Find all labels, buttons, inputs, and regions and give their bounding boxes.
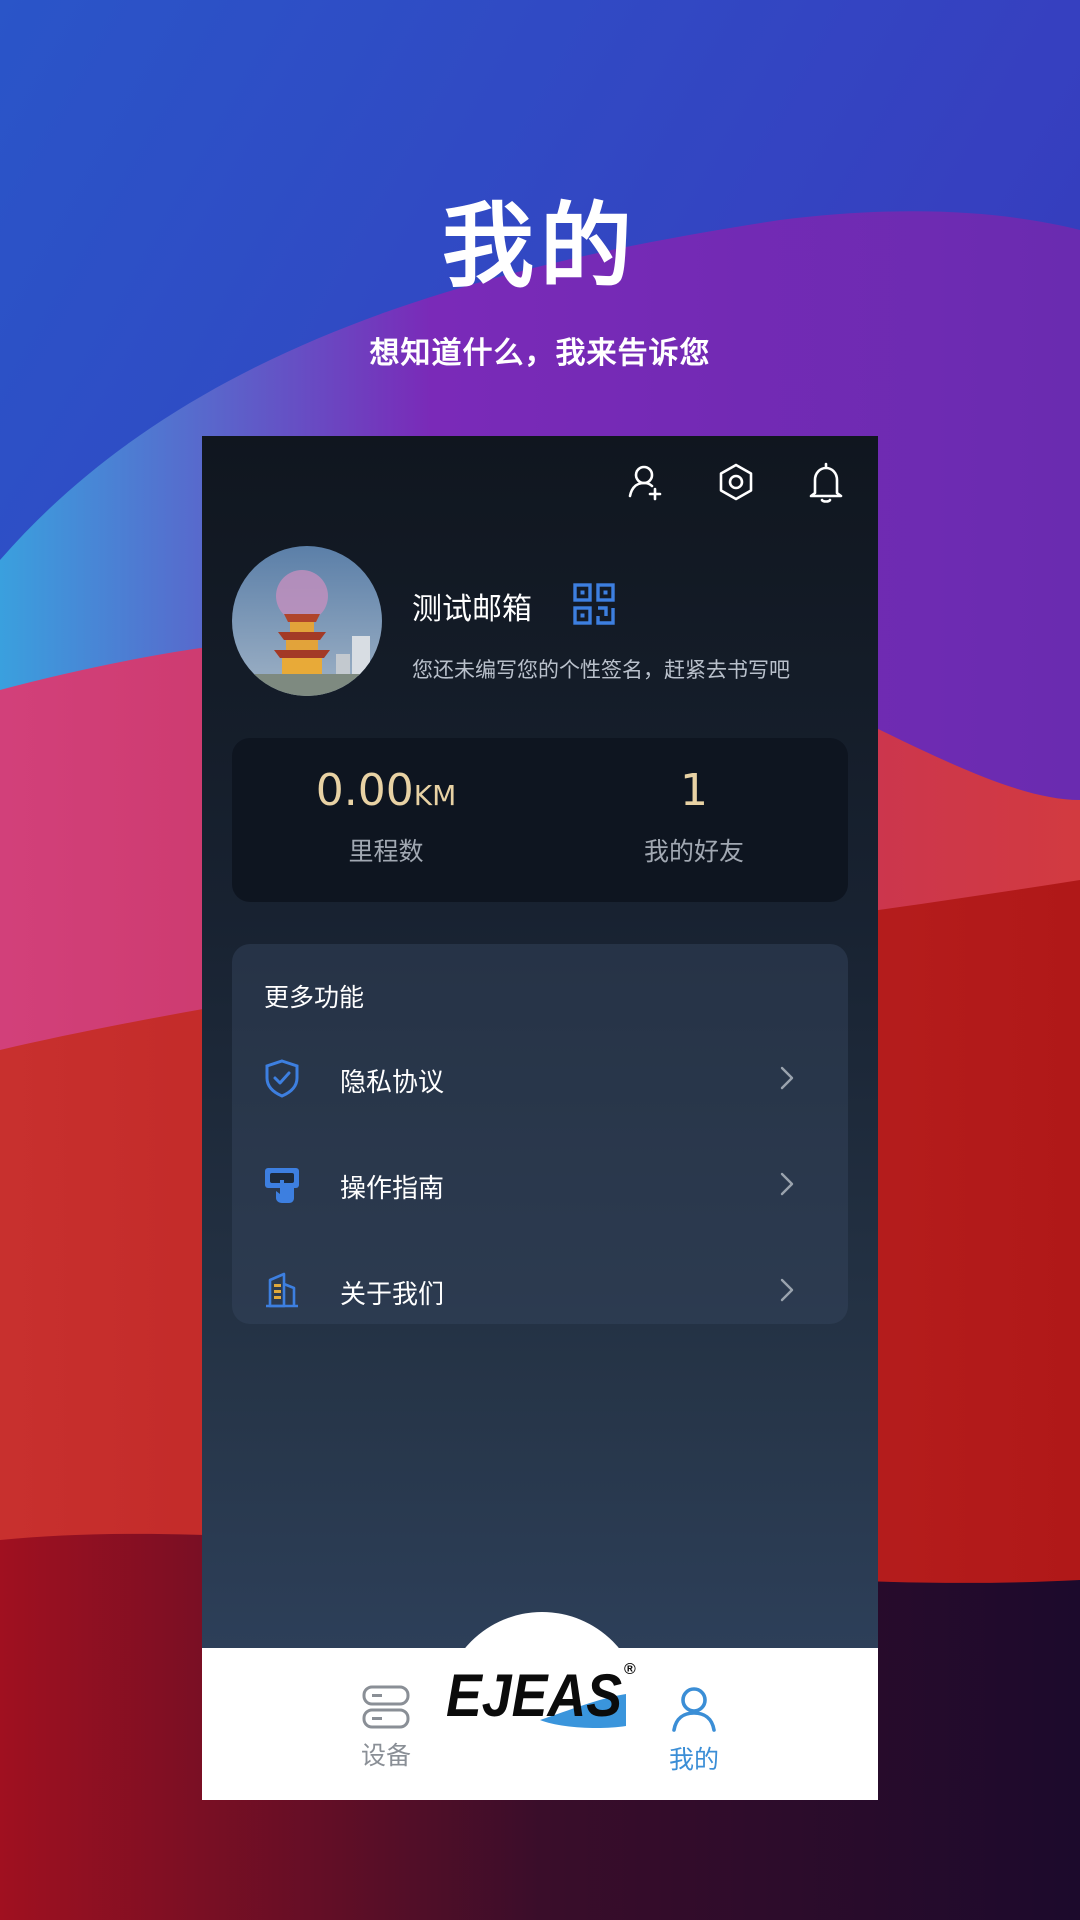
tab-devices-label: 设备 bbox=[360, 1741, 411, 1770]
settings-icon[interactable] bbox=[714, 458, 758, 506]
menu-item-guide[interactable]: 操作指南 bbox=[232, 1144, 848, 1224]
profile-name: 测试邮箱 bbox=[412, 592, 532, 627]
shield-icon bbox=[265, 1059, 299, 1098]
chevron-right-icon bbox=[780, 1172, 794, 1196]
chevron-right-icon bbox=[780, 1278, 794, 1302]
mileage-stat[interactable]: 0.00KM 里程数 bbox=[232, 764, 540, 868]
menu-item-label: 隐私协议 bbox=[340, 1068, 445, 1098]
tab-me[interactable]: 我的 bbox=[634, 1684, 754, 1776]
more-functions-title: 更多功能 bbox=[264, 983, 365, 1012]
mileage-number: 0.00 bbox=[315, 765, 414, 816]
mileage-value: 0.00KM bbox=[232, 764, 540, 818]
tab-me-label: 我的 bbox=[668, 1745, 719, 1774]
friends-stat[interactable]: 1 我的好友 bbox=[540, 764, 848, 868]
building-icon bbox=[266, 1272, 298, 1308]
guide-icon bbox=[265, 1168, 299, 1203]
chevron-right-icon bbox=[780, 1066, 794, 1090]
user-icon bbox=[672, 1687, 716, 1732]
mileage-unit: KM bbox=[413, 779, 457, 812]
friends-value: 1 bbox=[680, 765, 708, 816]
menu-item-label: 操作指南 bbox=[340, 1174, 445, 1204]
logo-registered-mark: ® bbox=[624, 1661, 636, 1678]
promo-title: 我的 bbox=[441, 193, 638, 300]
friends-label: 我的好友 bbox=[643, 837, 744, 866]
profile-signature[interactable]: 您还未编写您的个性签名，赶紧去书写吧 bbox=[412, 654, 790, 684]
promo-subtitle: 想知道什么，我来告诉您 bbox=[369, 336, 711, 371]
more-functions-card: 更多功能 隐私协议 操作指南 关于我们 bbox=[232, 944, 848, 1324]
ejeas-logo[interactable]: EJEAS ® bbox=[440, 1654, 636, 1740]
mileage-label: 里程数 bbox=[348, 837, 424, 866]
device-icon bbox=[362, 1685, 410, 1729]
tab-devices[interactable]: 设备 bbox=[326, 1684, 446, 1772]
avatar[interactable] bbox=[232, 546, 382, 696]
menu-item-about[interactable]: 关于我们 bbox=[232, 1250, 848, 1330]
stats-card: 0.00KM 里程数 1 我的好友 bbox=[232, 738, 848, 902]
menu-item-privacy[interactable]: 隐私协议 bbox=[232, 1038, 848, 1118]
qr-code-icon[interactable] bbox=[572, 582, 616, 626]
logo-text: EJEAS bbox=[446, 1662, 622, 1729]
header-icons bbox=[624, 458, 848, 506]
menu-item-label: 关于我们 bbox=[340, 1280, 445, 1310]
phone-screen: 测试邮箱 您还未编写您的个性签名，赶紧去书写吧 0.00KM 里程数 1 我的好… bbox=[202, 436, 878, 1800]
bell-icon[interactable] bbox=[804, 458, 848, 506]
add-friend-icon[interactable] bbox=[624, 458, 668, 506]
